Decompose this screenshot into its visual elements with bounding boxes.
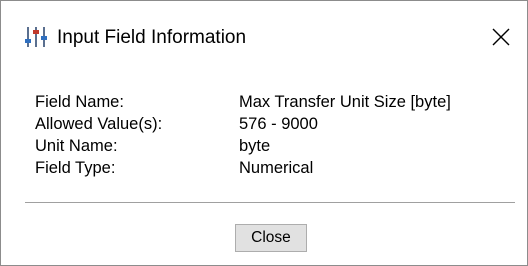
dialog-title: Input Field Information — [57, 27, 247, 48]
input-field-information-dialog: Input Field Information Field Name: Max … — [0, 0, 528, 266]
field-name-value: Max Transfer Unit Size [byte] — [239, 93, 451, 111]
field-type-label: Field Type: — [35, 159, 116, 177]
separator — [25, 202, 515, 204]
close-button[interactable]: Close — [235, 224, 307, 252]
unit-name-label: Unit Name: — [35, 137, 118, 155]
field-name-label: Field Name: — [35, 93, 124, 111]
field-type-value: Numerical — [239, 159, 314, 177]
title-bar: Input Field Information — [1, 1, 527, 61]
unit-name-value: byte — [239, 137, 271, 155]
sliders-icon — [25, 26, 47, 48]
allowed-values-value: 576 - 9000 — [239, 115, 318, 133]
allowed-values-label: Allowed Value(s): — [35, 115, 163, 133]
close-icon[interactable] — [487, 23, 515, 51]
